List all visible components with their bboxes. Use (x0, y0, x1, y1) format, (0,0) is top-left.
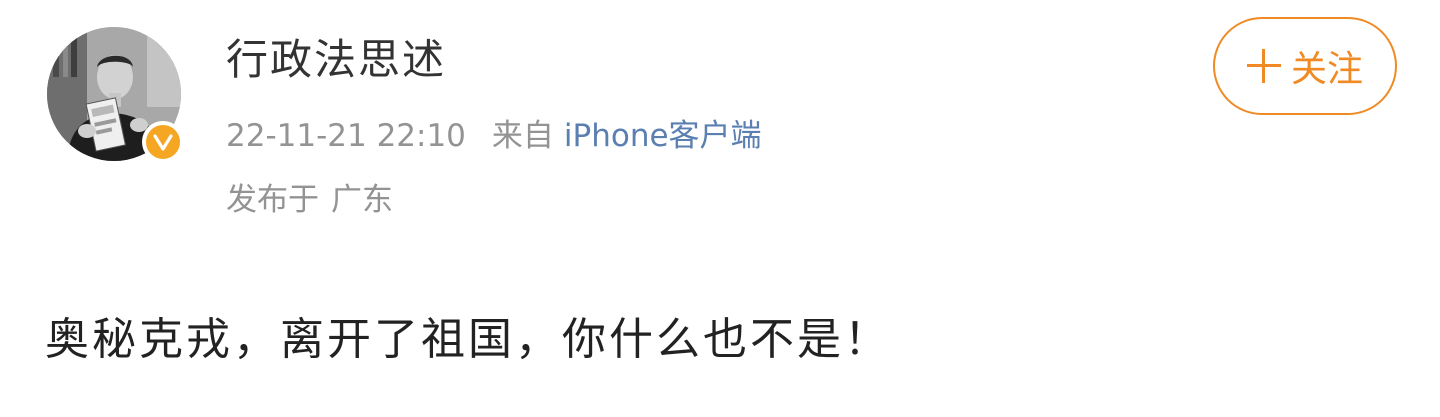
follow-button-label: 关注 (1290, 49, 1363, 90)
source-link[interactable]: iPhone客户端 (564, 118, 762, 154)
post-timestamp: 22-11-21 22:10 (226, 118, 466, 154)
plus-icon (1246, 49, 1281, 83)
avatar[interactable] (47, 27, 184, 163)
username[interactable]: 行政法思述 (226, 30, 446, 90)
location-prefix: 发布于 (226, 182, 319, 218)
checkmark-v-icon (153, 134, 173, 151)
verified-badge (142, 121, 184, 163)
follow-button[interactable]: 关注 (1213, 17, 1397, 115)
source-prefix: 来自 (491, 118, 554, 154)
post-meta: 22-11-21 22:10 来自 iPhone客户端 (226, 114, 762, 158)
post-content: 奥秘克戎，离开了祖国，你什么也不是！ (45, 314, 891, 365)
location-value: 广东 (331, 182, 393, 218)
post-location: 发布于 广东 (226, 178, 393, 222)
